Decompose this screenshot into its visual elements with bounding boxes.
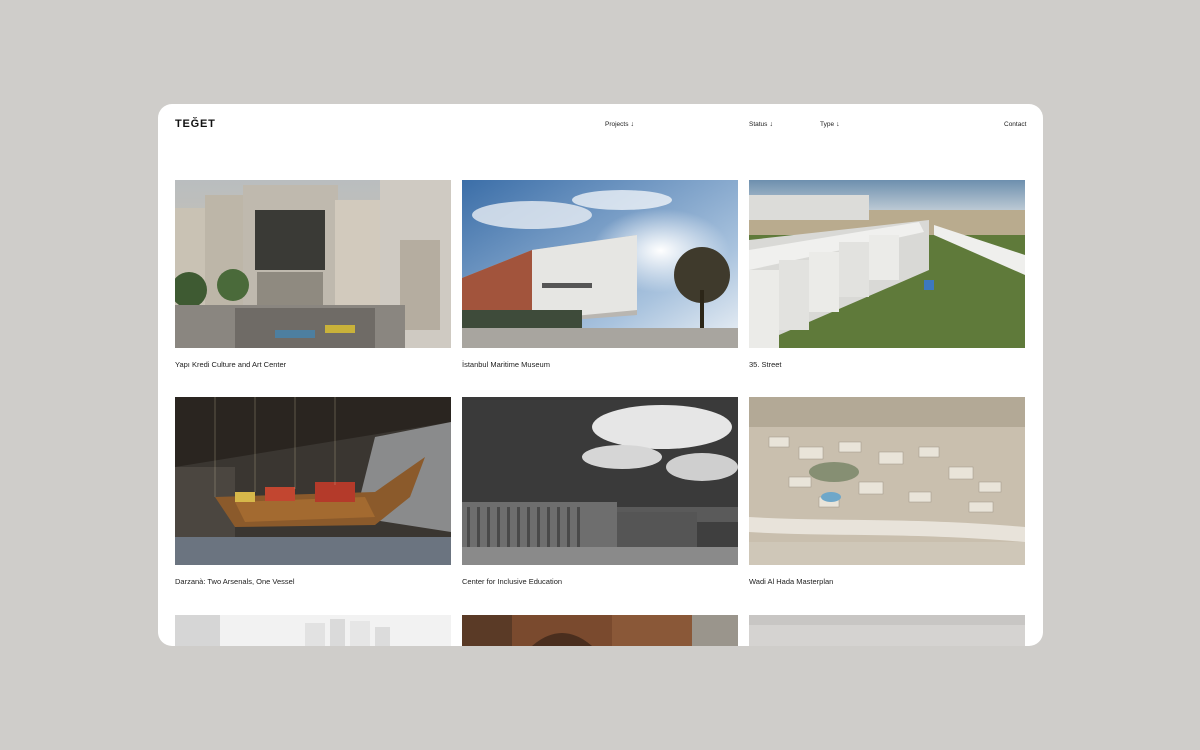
nav-status-dropdown[interactable]: Status ↓ [749,121,773,128]
project-card[interactable] [749,615,1025,646]
brand-logo[interactable]: TEĞET [175,118,216,130]
project-image[interactable] [462,397,738,565]
nav-projects-dropdown[interactable]: Projects ↓ [605,121,634,128]
project-title[interactable]: Center for Inclusive Education [462,577,738,586]
project-title[interactable]: Darzanà: Two Arsenals, One Vessel [175,577,451,586]
project-card[interactable]: Yapı Kredi Culture and Art Center [175,180,451,369]
nav-status-label: Status [749,121,768,128]
project-title[interactable]: Wadi Al Hada Masterplan [749,577,1025,586]
project-card[interactable] [462,615,738,646]
project-title[interactable]: Yapı Kredi Culture and Art Center [175,360,451,369]
arrow-down-icon: ↓ [630,121,634,128]
project-image[interactable] [175,397,451,565]
arrow-down-icon: ↓ [836,121,840,128]
project-image[interactable] [749,615,1025,646]
project-title[interactable]: İstanbul Maritime Museum [462,360,738,369]
arrow-down-icon: ↓ [769,121,773,128]
project-card[interactable]: Darzanà: Two Arsenals, One Vessel [175,397,451,586]
top-navigation: TEĞET Projects ↓ Status ↓ Type ↓ Contact [158,104,1043,148]
project-image[interactable] [462,615,738,646]
site-window: TEĞET Projects↓ Status↓ Type↓ Contact [158,104,1043,646]
nav-type-label: Type [820,121,835,128]
project-image[interactable] [749,397,1025,565]
project-image[interactable] [175,180,451,348]
project-card[interactable]: Center for Inclusive Education [462,397,738,586]
project-image[interactable] [175,615,451,646]
nav-contact-link[interactable]: Contact [1004,121,1026,128]
project-image[interactable] [462,180,738,348]
project-card[interactable]: 35. Street [749,180,1025,369]
project-title[interactable]: 35. Street [749,360,1025,369]
project-card[interactable] [175,615,451,646]
project-image[interactable] [749,180,1025,348]
nav-type-dropdown[interactable]: Type ↓ [820,121,840,128]
project-card[interactable]: İstanbul Maritime Museum [462,180,738,369]
project-card[interactable]: Wadi Al Hada Masterplan [749,397,1025,586]
nav-projects-label: Projects [605,121,629,128]
